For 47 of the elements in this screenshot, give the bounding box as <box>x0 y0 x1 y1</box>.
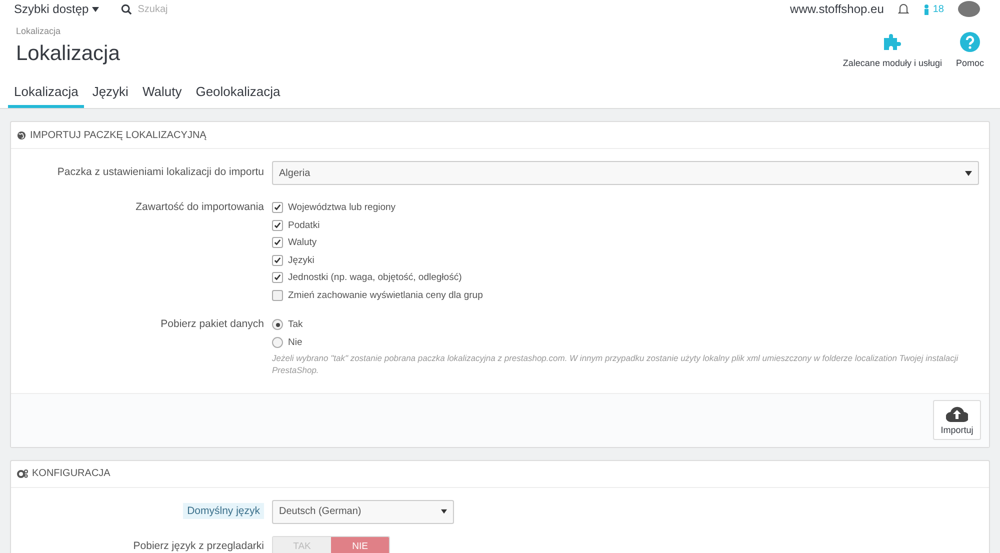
panel-heading: KONFIGURACJA <box>11 460 989 488</box>
field-label: Pobierz pakiet danych <box>160 318 264 330</box>
check-icon <box>274 204 281 212</box>
tab[interactable]: Geolokalizacja <box>190 80 286 108</box>
tab[interactable]: Języki <box>86 80 134 108</box>
checkbox-option[interactable]: Jednostki (np. waga, objętość, odległość) <box>272 271 989 284</box>
checkbox-option[interactable]: Podatki <box>272 218 989 232</box>
puzzle-icon <box>882 32 902 52</box>
help-icon <box>960 32 980 52</box>
globe-icon <box>17 130 26 140</box>
person-icon <box>922 4 930 14</box>
check-icon <box>274 239 281 246</box>
tab[interactable]: Lokalizacja <box>8 80 84 108</box>
toolbar-button[interactable]: Pomoc <box>956 32 984 68</box>
caret-icon <box>92 6 99 12</box>
help-text: Jeżeli wybrano "tak" zostanie pobrana paczka lokalizacyjna z prestashop.com. W innym przypadku zostanie użyty lokalny plik xml umieszczony w folderze localization Twojej instalacji PrestaShop. <box>272 353 960 377</box>
import-button[interactable]: Importuj <box>933 400 981 440</box>
field-label: Zawartość do importowania <box>136 201 264 213</box>
tab[interactable]: Waluty <box>136 80 188 108</box>
check-icon <box>274 256 281 264</box>
avatar[interactable] <box>958 1 980 17</box>
checkbox-option[interactable]: Języki <box>272 254 989 267</box>
check-icon <box>274 274 281 282</box>
toolbar-button[interactable]: Zalecane moduły i usługi <box>842 32 942 68</box>
shop-link[interactable]: www.stoffshop.eu <box>790 2 884 16</box>
checkbox-option[interactable]: Zmień zachowanie wyświetlania ceny dla grup <box>272 288 989 302</box>
check-icon <box>274 222 281 229</box>
bell-icon[interactable] <box>898 3 909 15</box>
checkbox-option[interactable]: Województwa lub regiony <box>272 201 989 214</box>
quick-access-dropdown[interactable]: Szybki dostęp <box>14 2 99 16</box>
caret-icon <box>965 170 972 176</box>
breadcrumb: Lokalizacja <box>16 26 62 36</box>
search-icon <box>120 4 132 14</box>
field-label: Domyślny język <box>183 502 264 519</box>
page-title: Lokalizacja <box>16 42 120 66</box>
field-label: Paczka z ustawieniami lokalizacji do importu <box>57 166 264 178</box>
cloud-upload-icon <box>946 406 968 422</box>
checkbox-option[interactable]: Waluty <box>272 236 989 250</box>
field-label: Pobierz język z przegladarki <box>133 540 264 552</box>
language-select[interactable]: Deutsch (German) <box>272 500 454 524</box>
panel-heading: IMPORTUJ PACZKĘ LOKALIZACYJNĄ <box>11 122 989 149</box>
radio-option[interactable]: Nie <box>272 336 989 349</box>
gears-icon <box>17 469 28 478</box>
radio-option[interactable]: Tak <box>272 318 989 332</box>
caret-icon <box>441 509 447 514</box>
pack-select[interactable]: Algeria <box>272 161 979 185</box>
search-field[interactable]: Szukaj <box>138 4 371 14</box>
